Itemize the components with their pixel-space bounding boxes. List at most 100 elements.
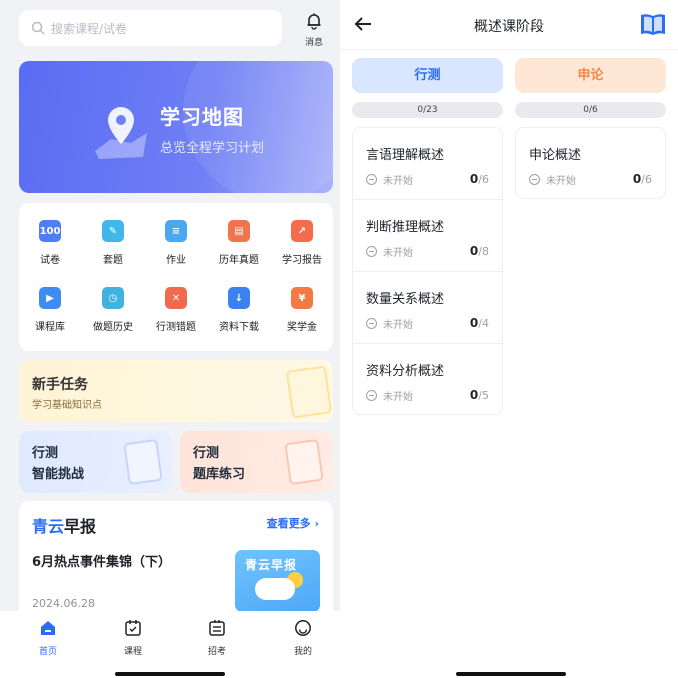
exam-paper-icon: 100 (39, 220, 61, 242)
wrong-questions-icon: ✕ (165, 287, 187, 309)
item-status: 未开始 (366, 316, 413, 331)
search-bar[interactable]: 搜索课程/试卷 (19, 10, 282, 46)
feature-grid: 100 试卷 ✎ 套题 ≡ 作业 ▤ 历年真题 ↗ 学习报告 ▶ 课程库 ◷ 做… (19, 203, 333, 351)
past-exams-icon: ▤ (228, 220, 250, 242)
tab-profile[interactable]: 我的 (283, 619, 323, 657)
download-icon: ↓ (228, 287, 250, 309)
not-started-icon (366, 390, 377, 401)
news-brand: 青云早报 (32, 513, 96, 537)
banner-title: 学习地图 (160, 105, 244, 129)
item-status: 未开始 (366, 244, 413, 259)
nav-header: 概述课阶段 (340, 0, 678, 50)
tab-label: 课程 (123, 647, 142, 657)
thumbnail-title: 青云早报 (245, 558, 298, 572)
book-icon (641, 14, 665, 35)
tab-course[interactable]: 课程 (113, 619, 153, 657)
task-title: 新手任务 (32, 377, 88, 393)
task-subtitle: 学习基础知识点 (32, 400, 102, 411)
progress-shenlun: 0/6 (515, 102, 666, 118)
item-status: 未开始 (366, 172, 413, 187)
profile-icon (295, 620, 311, 636)
home-indicator (115, 672, 225, 676)
bookmark-icon (284, 438, 324, 486)
study-map-banner[interactable]: 学习地图 总览全程学习计划 (19, 61, 333, 193)
newbie-task-card[interactable]: 新手任务 学习基础知识点 (19, 360, 333, 422)
item-name: 言语理解概述 (366, 148, 445, 163)
news-brand-b: 早报 (64, 517, 97, 536)
list-item[interactable]: 言语理解概述 未开始 0/6 (353, 128, 502, 200)
not-started-icon (529, 174, 540, 185)
status-text: 未开始 (383, 392, 413, 403)
list-item[interactable]: 申论概述 未开始 0/6 (516, 128, 665, 200)
page-title: 概述课阶段 (474, 19, 544, 35)
grid-item-past-exams[interactable]: ▤ 历年真题 (208, 220, 270, 266)
item-name: 资料分析概述 (366, 364, 445, 379)
news-headline[interactable]: 6月热点事件集锦（下） (32, 551, 171, 570)
grid-label: 学习报告 (282, 255, 322, 266)
item-name: 数量关系概述 (366, 292, 445, 307)
total-count: /6 (478, 173, 489, 186)
grid-label: 做题历史 (93, 322, 133, 333)
segment-shenlun[interactable]: 申论 (515, 58, 666, 93)
grid-label: 奖学金 (287, 322, 317, 333)
tab-recruit[interactable]: 招考 (197, 619, 237, 657)
total-count: /5 (478, 389, 489, 402)
item-count: 0/6 (470, 172, 489, 186)
grid-item-download[interactable]: ↓ 资料下载 (208, 287, 270, 333)
grid-item-study-report[interactable]: ↗ 学习报告 (271, 220, 333, 266)
grid-item-wrong-questions[interactable]: ✕ 行测错题 (145, 287, 207, 333)
item-name: 申论概述 (529, 148, 582, 163)
card-line1: 行测 (32, 446, 59, 461)
card-line2: 题库练习 (193, 467, 246, 482)
not-started-icon (366, 246, 377, 257)
question-set-icon: ✎ (102, 220, 124, 242)
news-thumbnail[interactable]: 青云早报 (235, 550, 320, 612)
list-item[interactable]: 判断推理概述 未开始 0/8 (353, 200, 502, 272)
card-title: 行测 智能挑战 (32, 443, 84, 485)
bell-icon (307, 13, 321, 30)
document-icon (285, 365, 333, 419)
homework-icon: ≡ (165, 220, 187, 242)
catalog-button[interactable] (640, 12, 666, 40)
grid-item-course-library[interactable]: ▶ 课程库 (19, 287, 81, 333)
news-date: 2024.06.28 (32, 597, 95, 610)
question-bank-card[interactable]: 行测 题库练习 (180, 431, 333, 493)
total-count: /6 (641, 173, 652, 186)
grid-item-scholarship[interactable]: ¥ 奖学金 (271, 287, 333, 333)
calendar-icon (125, 620, 141, 636)
grid-item-homework[interactable]: ≡ 作业 (145, 220, 207, 266)
grid-item-exam[interactable]: 100 试卷 (19, 220, 81, 266)
chevron-right-icon: › (314, 517, 319, 530)
list-item[interactable]: 数量关系概述 未开始 0/4 (353, 272, 502, 344)
map-pin-icon (95, 107, 147, 159)
shenlun-list: 申论概述 未开始 0/6 (515, 127, 666, 199)
progress-xingce: 0/23 (352, 102, 503, 118)
message-button[interactable]: 消息 (300, 12, 328, 48)
banner-subtitle: 总览全程学习计划 (160, 141, 265, 156)
tab-label: 首页 (38, 647, 57, 657)
grid-label: 历年真题 (219, 255, 259, 266)
tab-label: 招考 (207, 647, 226, 657)
view-more-label: 查看更多 (266, 517, 311, 530)
home-icon (41, 621, 55, 635)
practice-history-icon: ◷ (102, 287, 124, 309)
smart-challenge-card[interactable]: 行测 智能挑战 (19, 431, 172, 493)
grid-label: 套题 (103, 255, 123, 266)
news-brand-a: 青云 (32, 517, 65, 536)
item-name: 判断推理概述 (366, 220, 445, 235)
grid-item-practice-history[interactable]: ◷ 做题历史 (82, 287, 144, 333)
message-label: 消息 (304, 38, 323, 48)
recruit-icon (209, 620, 225, 636)
grid-item-question-set[interactable]: ✎ 套题 (82, 220, 144, 266)
segment-xingce[interactable]: 行测 (352, 58, 503, 93)
list-item[interactable]: 资料分析概述 未开始 0/5 (353, 344, 502, 416)
home-indicator (456, 672, 566, 676)
tab-home[interactable]: 首页 (28, 619, 68, 657)
search-placeholder: 搜索课程/试卷 (51, 21, 128, 36)
document-icon (123, 438, 163, 486)
total-count: /4 (478, 317, 489, 330)
not-started-icon (366, 318, 377, 329)
bottom-tab-bar: 首页 课程 招考 我的 (0, 611, 340, 678)
view-more-link[interactable]: 查看更多 › (267, 515, 319, 531)
grid-label: 行测错题 (156, 322, 196, 333)
